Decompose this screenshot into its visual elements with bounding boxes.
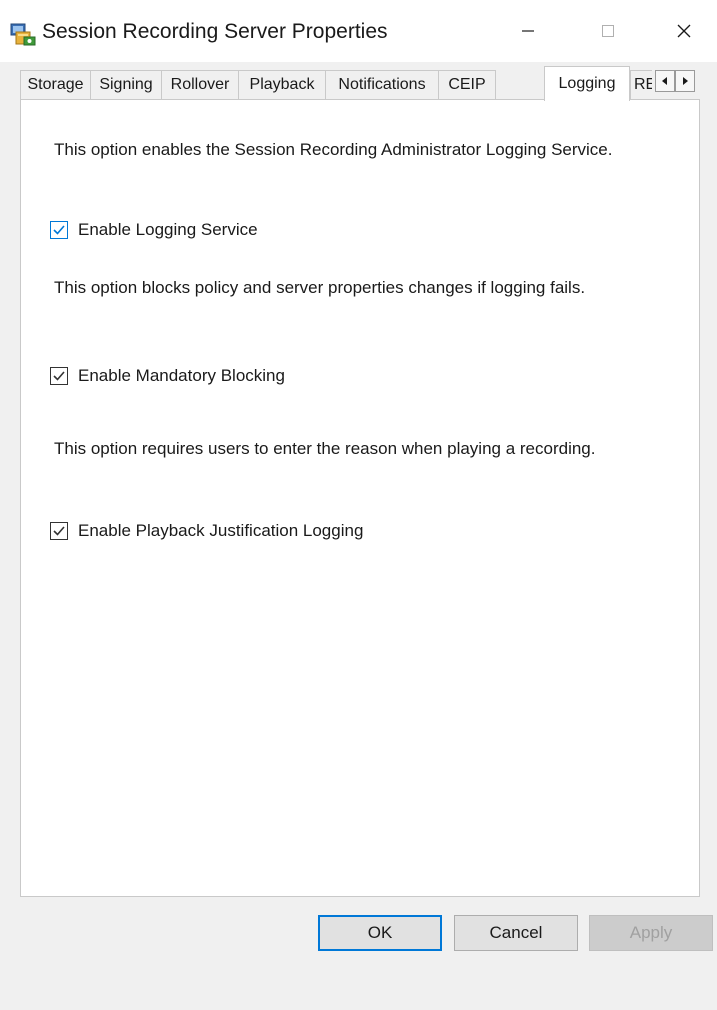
logging-tab-panel: This option enables the Session Recordin… bbox=[20, 99, 700, 897]
enable-playback-justification-logging-option[interactable]: Enable Playback Justification Logging bbox=[50, 519, 363, 543]
tab-playback[interactable]: Playback bbox=[238, 70, 325, 100]
checkmark-icon bbox=[53, 371, 65, 381]
maximize-icon bbox=[601, 24, 615, 43]
tab-ceip[interactable]: CEIP bbox=[438, 70, 496, 100]
tab-scroll-right-button[interactable] bbox=[675, 70, 695, 92]
properties-window: Session Recording Server Properties Stor… bbox=[0, 0, 717, 1010]
tab-notifications[interactable]: Notifications bbox=[325, 70, 438, 100]
window-title: Session Recording Server Properties bbox=[42, 20, 388, 43]
title-bar[interactable]: Session Recording Server Properties bbox=[0, 0, 717, 62]
enable-logging-service-option[interactable]: Enable Logging Service bbox=[50, 218, 258, 242]
enable-mandatory-blocking-option[interactable]: Enable Mandatory Blocking bbox=[50, 364, 285, 388]
enable-mandatory-blocking-label: Enable Mandatory Blocking bbox=[78, 366, 285, 385]
chevron-right-icon bbox=[681, 72, 689, 90]
tab-rollover[interactable]: Rollover bbox=[161, 70, 238, 100]
tab-re-partial[interactable]: RE bbox=[630, 70, 652, 100]
session-recording-app-icon bbox=[10, 22, 36, 46]
enable-playback-justification-logging-checkbox[interactable] bbox=[50, 522, 68, 540]
tab-storage[interactable]: Storage bbox=[20, 70, 90, 100]
maximize-button[interactable] bbox=[576, 8, 640, 58]
chevron-left-icon bbox=[661, 72, 669, 90]
cancel-button[interactable]: Cancel bbox=[454, 915, 578, 951]
close-icon bbox=[676, 23, 692, 44]
tab-logging[interactable]: Logging bbox=[544, 66, 630, 101]
enable-mandatory-blocking-checkbox[interactable] bbox=[50, 367, 68, 385]
tab-strip: Storage Signing Rollover Playback Notifi… bbox=[20, 66, 700, 101]
mandatory-blocking-description: This option blocks policy and server pro… bbox=[54, 278, 586, 297]
logging-service-description: This option enables the Session Recordin… bbox=[54, 140, 613, 159]
checkmark-icon bbox=[53, 225, 65, 235]
tab-scroll-left-button[interactable] bbox=[655, 70, 675, 92]
tab-signing[interactable]: Signing bbox=[90, 70, 161, 100]
apply-button[interactable]: Apply bbox=[589, 915, 713, 951]
close-button[interactable] bbox=[652, 8, 716, 58]
enable-playback-justification-logging-label: Enable Playback Justification Logging bbox=[78, 521, 364, 540]
enable-logging-service-label: Enable Logging Service bbox=[78, 220, 258, 239]
checkmark-icon bbox=[53, 526, 65, 536]
minimize-button[interactable] bbox=[496, 8, 560, 58]
playback-justification-description: This option requires users to enter the … bbox=[54, 439, 596, 458]
minimize-icon bbox=[521, 24, 535, 43]
ok-button[interactable]: OK bbox=[318, 915, 442, 951]
enable-logging-service-checkbox[interactable] bbox=[50, 221, 68, 239]
